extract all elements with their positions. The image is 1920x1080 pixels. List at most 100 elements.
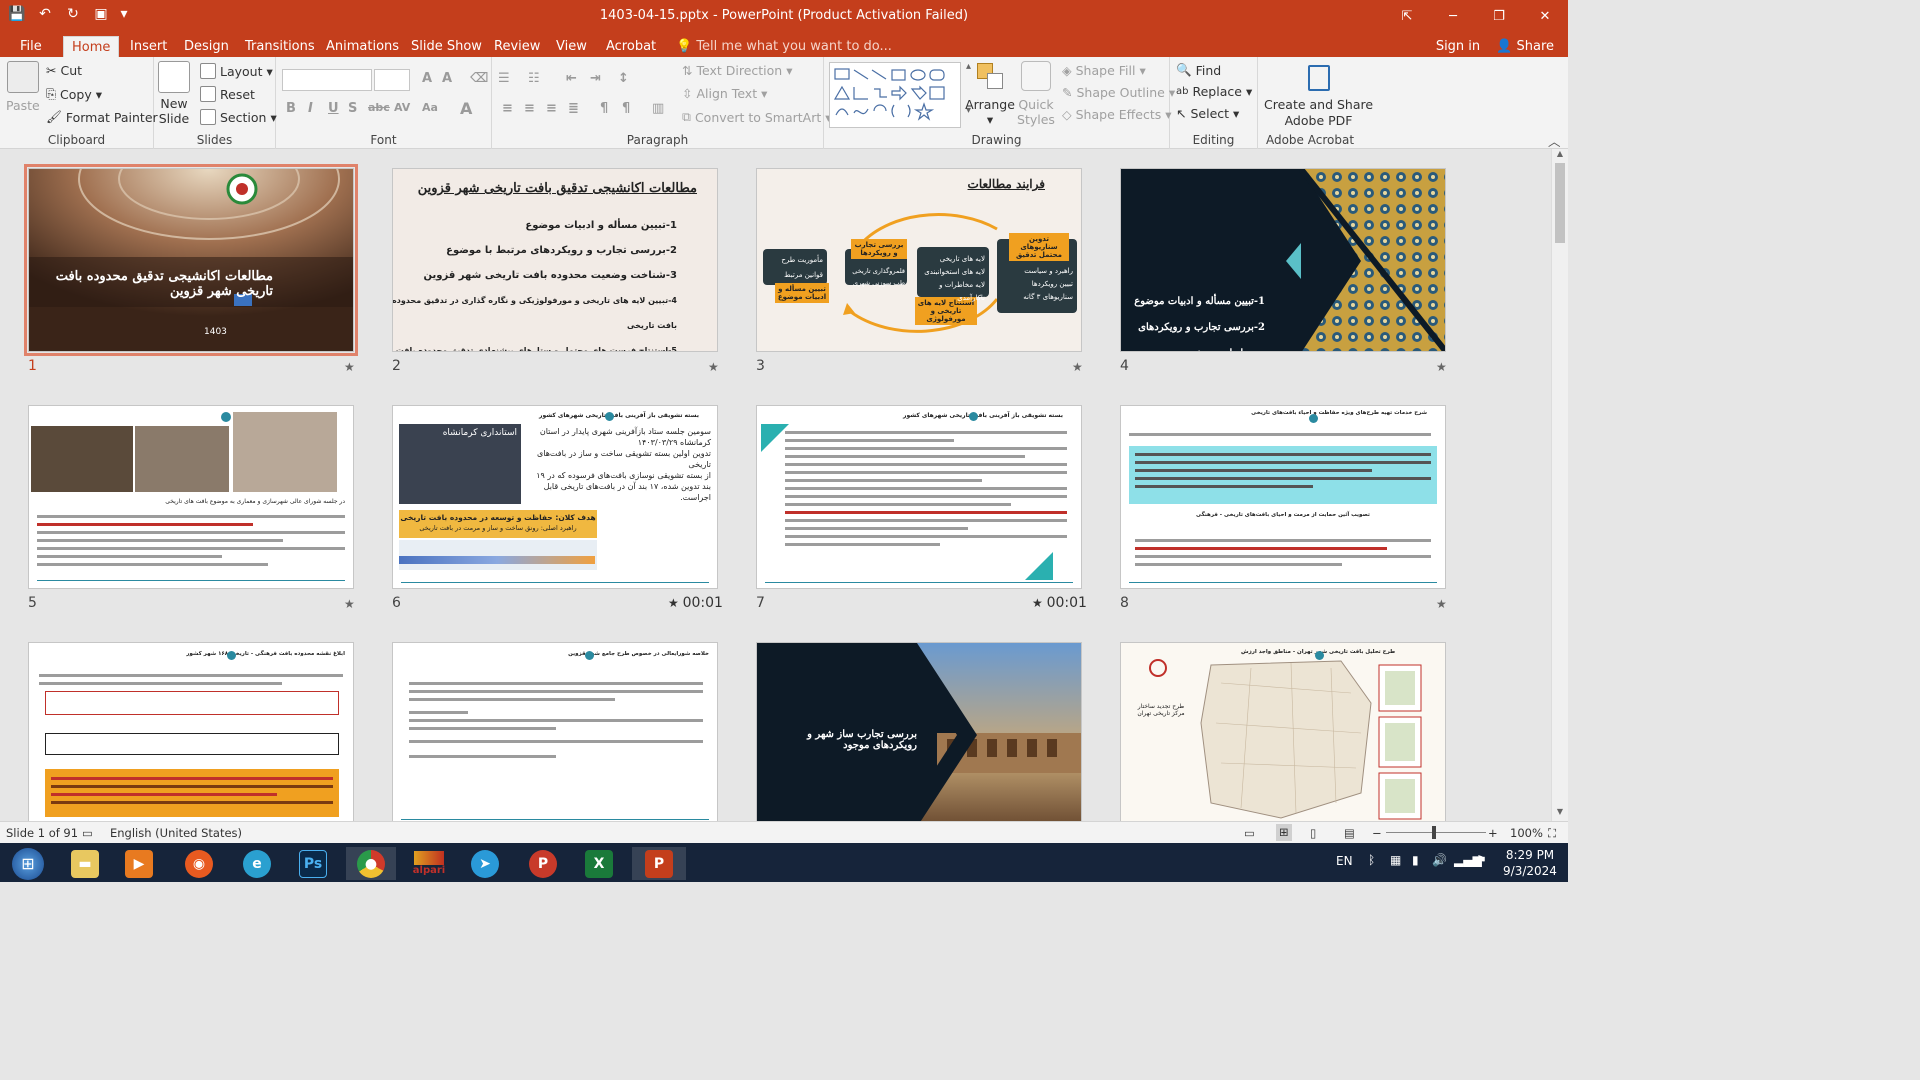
slide-thumbnail-11[interactable]: بررسی تجارب ساز شهر و رویکردهای موجود [756,642,1082,821]
arrange-button[interactable]: Arrange ▾ [965,61,1015,127]
zoom-slider[interactable] [1386,832,1486,833]
taskbar-app-telegram[interactable]: ➤ [460,847,510,880]
font-name-combobox[interactable] [282,69,372,91]
rtl-icon[interactable]: ¶ [600,101,608,116]
clear-formatting-icon[interactable]: ⌫ [470,71,488,86]
input-language[interactable]: EN [1336,854,1353,868]
replace-button[interactable]: ab Replace ▾ [1176,84,1252,99]
tray-icon[interactable]: ▦ [1390,853,1401,867]
tab-animations[interactable]: Animations [318,36,407,57]
zoom-level[interactable]: 100% [1510,826,1543,840]
slide-show-view-icon[interactable]: ▤ [1344,826,1355,840]
scroll-up-icon[interactable]: ▲ [1552,149,1568,163]
bold-icon[interactable]: B [286,101,296,116]
notes-icon[interactable]: ▭ [82,826,93,840]
shape-fill-button[interactable]: ◈ Shape Fill ▾ [1062,63,1146,78]
decrease-indent-icon[interactable]: ⇤ [566,71,577,86]
tab-transitions[interactable]: Transitions [237,36,323,57]
align-left-icon[interactable]: ≡ [502,101,513,116]
slide-thumbnail-10[interactable]: خلاصه شورایعالی در خصوص طرح جامع شهر قزو… [392,642,718,821]
tab-view[interactable]: View [548,36,595,57]
restore-icon[interactable]: ❐ [1476,0,1522,33]
ltr-icon[interactable]: ¶ [622,101,630,116]
slide-thumbnail-5[interactable]: در جلسه شورای عالی شهرسازی و معماری به م… [28,405,354,589]
tab-file[interactable]: File [12,36,50,57]
tab-insert[interactable]: Insert [122,36,175,57]
minimize-icon[interactable]: ─ [1430,0,1476,33]
taskbar-app-edge[interactable]: e [232,847,282,880]
reset-button[interactable]: Reset [200,86,255,102]
find-button[interactable]: 🔍 Find [1176,62,1221,78]
justify-icon[interactable]: ≣ [568,101,579,116]
create-pdf-button[interactable]: Create and Share Adobe PDF [1264,65,1373,129]
taskbar-app-excel[interactable]: X [574,847,624,880]
taskbar-app-firefox[interactable]: ◉ [174,847,224,880]
select-button[interactable]: ↖ Select ▾ [1176,106,1239,121]
cut-button[interactable]: ✂ Cut [46,63,82,78]
clock[interactable]: 8:29 PM 9/3/2024 [1500,847,1560,879]
taskbar-app-explorer[interactable]: ▬ [60,847,110,880]
slide-thumbnail-6[interactable]: بسته تشویقی باز آفرینی بافت تاریخی شهرها… [392,405,718,589]
slide-thumbnail-9[interactable]: ابلاغ نقشه محدوده بافت فرهنگی - تاریخی ۱… [28,642,354,821]
slide-thumbnail-4[interactable]: 1-تبیین مسأله و ادبیات موضوع 2-بررسی تجا… [1120,168,1446,352]
slide-thumbnail-1[interactable]: مطالعات اکانشیجی تدقیق محدوده بافت تاریخ… [24,164,358,356]
character-spacing-icon[interactable]: AV [394,101,410,114]
reading-view-icon[interactable]: ▯ [1310,826,1316,840]
slide-thumbnail-2[interactable]: مطالعات اکانشیجی تدقیق بافت تاریخی شهر ق… [392,168,718,352]
paste-button[interactable]: Paste [6,61,40,113]
taskbar-app-media-player[interactable]: ▶ [114,847,164,880]
volume-icon[interactable]: 🔊 [1432,853,1447,867]
slide-thumbnail-8[interactable]: شرح خدمات تهیه طرح‌های ویژه حفاظت و احیا… [1120,405,1446,589]
shape-outline-button[interactable]: ✎ Shape Outline ▾ [1062,85,1175,100]
taskbar-app-powerpoint[interactable]: P [632,847,686,880]
zoom-slider-thumb[interactable] [1432,826,1436,839]
language-indicator[interactable]: English (United States) [110,826,242,840]
bluetooth-icon[interactable]: ᛒ [1368,853,1375,867]
line-spacing-icon[interactable]: ↕ [618,71,629,86]
taskbar-app-wps[interactable]: P [518,847,568,880]
quick-styles-button[interactable]: Quick Styles [1014,61,1058,127]
normal-view-icon[interactable]: ▭ [1244,826,1255,840]
tab-review[interactable]: Review [486,36,548,57]
format-painter-button[interactable]: 🖌 Format Painter [46,109,158,125]
tab-slide-show[interactable]: Slide Show [403,36,490,57]
scroll-down-icon[interactable]: ▼ [1552,807,1568,821]
font-size-combobox[interactable] [374,69,410,91]
close-icon[interactable]: ✕ [1522,0,1568,33]
new-slide-button[interactable]: New Slide [158,61,190,126]
section-button[interactable]: Section ▾ [200,109,277,125]
text-shadow-icon[interactable]: S [348,101,357,116]
shapes-gallery[interactable] [829,62,961,128]
bullets-icon[interactable]: ☰ [498,71,510,86]
increase-indent-icon[interactable]: ⇥ [590,71,601,86]
slide-thumbnail-12[interactable]: طرح تحلیل بافت تاریخی شهر تهران - مناطق … [1120,642,1446,821]
collapse-ribbon-icon[interactable]: ︿ [1548,131,1561,150]
copy-button[interactable]: ⎘ Copy ▾ [46,86,102,102]
flag-icon[interactable]: ⚑ [1476,853,1487,867]
tab-acrobat[interactable]: Acrobat [598,36,664,57]
slide-sorter-view-icon[interactable]: ⊞ [1276,824,1292,841]
scrollbar-thumb[interactable] [1555,163,1565,243]
align-right-icon[interactable]: ≡ [546,101,557,116]
columns-icon[interactable]: ▥ [652,101,664,116]
numbering-icon[interactable]: ☷ [528,71,540,86]
font-color-icon[interactable]: A [460,99,472,118]
layout-button[interactable]: Layout ▾ [200,63,273,79]
fit-to-window-icon[interactable]: ⛶ [1548,826,1556,841]
slide-thumbnail-3[interactable]: فرایند مطالعات تدوین سناریوهای محتمل تدق… [756,168,1082,352]
start-button[interactable]: ⊞ [2,847,54,880]
strikethrough-icon[interactable]: abc [368,101,390,114]
slide-thumbnail-7[interactable]: بسته تشویقی باز آفرینی بافت تاریخی شهرها… [756,405,1082,589]
sign-in-link[interactable]: Sign in [1436,36,1480,57]
battery-icon[interactable]: ▮ [1412,853,1419,867]
convert-smartart-button[interactable]: ⧉Convert to SmartArt▾ [682,109,832,125]
underline-icon[interactable]: U [328,101,339,116]
tab-home[interactable]: Home [63,36,120,57]
taskbar-app-photoshop[interactable]: Ps [288,847,338,880]
text-direction-button[interactable]: ⇅ Text Direction ▾ [682,63,793,78]
taskbar-app-chrome[interactable]: ● [346,847,396,880]
taskbar-app-alpari[interactable]: alpari [404,847,454,880]
shape-effects-button[interactable]: ◇ Shape Effects ▾ [1062,107,1172,122]
increase-font-size-icon[interactable]: A [422,71,432,86]
italic-icon[interactable]: I [308,101,313,116]
